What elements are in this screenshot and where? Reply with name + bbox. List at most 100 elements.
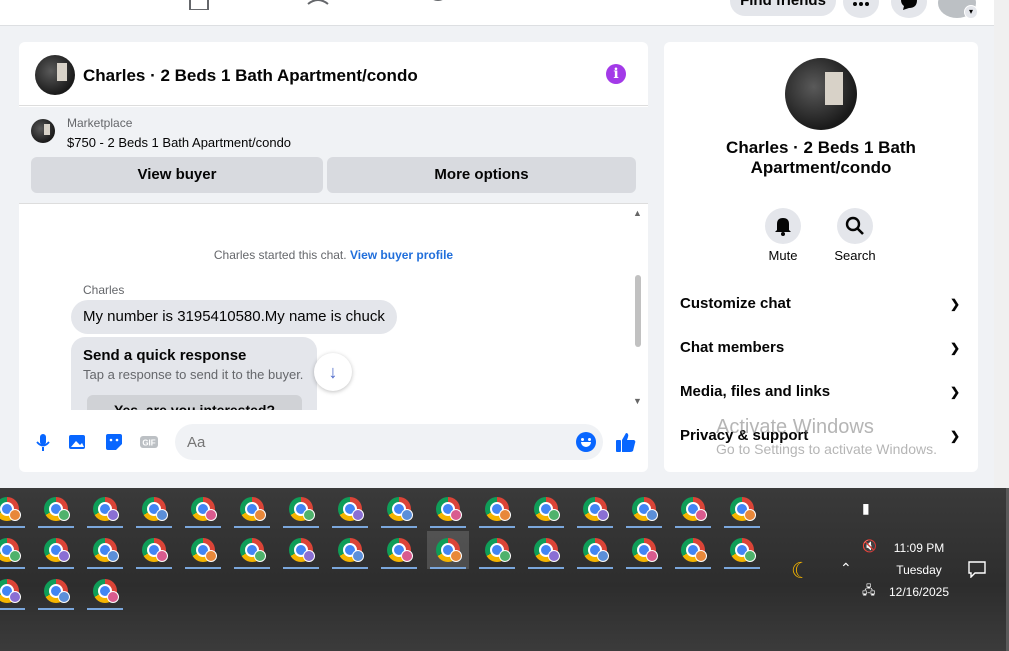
section-customize-chat[interactable]: Customize chat ❯: [680, 289, 962, 319]
home-icon[interactable]: [187, 0, 211, 10]
microphone-icon[interactable]: [33, 432, 53, 452]
chevron-down-icon: ❯: [949, 385, 960, 399]
taskbar-chrome-button[interactable]: [280, 531, 322, 569]
friends-icon[interactable]: [306, 0, 330, 10]
search-button[interactable]: [837, 208, 873, 244]
profile-badge-icon: [352, 509, 364, 521]
taskbar-chrome-button[interactable]: [574, 490, 616, 528]
taskbar-chrome-button[interactable]: [623, 531, 665, 569]
message-list: Charles started this chat. View buyer pr…: [19, 205, 648, 410]
taskbar-chrome-button[interactable]: [378, 490, 420, 528]
taskbar-chrome-button[interactable]: [329, 490, 371, 528]
taskbar-chrome-button[interactable]: [0, 572, 28, 610]
bell-icon: [775, 218, 791, 236]
menu-button[interactable]: [843, 0, 879, 18]
chevron-down-icon[interactable]: ▾: [964, 5, 978, 19]
taskbar-chrome-button[interactable]: [84, 531, 126, 569]
mute-button[interactable]: [765, 208, 801, 244]
taskbar-chrome-button[interactable]: [721, 490, 763, 528]
taskbar-chrome-button[interactable]: [182, 531, 224, 569]
taskbar-chrome-button[interactable]: [84, 490, 126, 528]
running-indicator: [38, 608, 74, 610]
taskbar-chrome-button[interactable]: [133, 490, 175, 528]
quick-response-subtitle: Tap a response to send it to the buyer.: [83, 367, 304, 382]
clock-date[interactable]: 12/16/2025: [884, 585, 954, 599]
profile-badge-icon: [548, 509, 560, 521]
emoji-icon[interactable]: [576, 432, 596, 452]
gaming-icon[interactable]: [426, 0, 450, 10]
moon-icon[interactable]: ☾: [791, 558, 811, 584]
profile-badge-icon: [401, 550, 413, 562]
profile-badge-icon: [401, 509, 413, 521]
sticker-icon[interactable]: [104, 432, 124, 452]
listing-large-thumbnail[interactable]: [785, 58, 857, 130]
thumbs-up-icon[interactable]: [615, 431, 637, 453]
quick-response-option[interactable]: Yes, are you interested?: [87, 395, 302, 410]
taskbar-chrome-button[interactable]: [35, 490, 77, 528]
message-bubble[interactable]: My number is 3195410580.My name is chuck: [71, 300, 397, 334]
taskbar-chrome-button[interactable]: [378, 531, 420, 569]
listing-price-title[interactable]: $750 - 2 Beds 1 Bath Apartment/condo: [67, 135, 291, 150]
info-icon[interactable]: i: [606, 64, 626, 84]
message-input[interactable]: [175, 424, 603, 460]
taskbar-chrome-button[interactable]: [231, 531, 273, 569]
taskbar-chrome-button[interactable]: [427, 531, 469, 569]
taskbar-chrome-button[interactable]: [525, 490, 567, 528]
taskbar-chrome-button[interactable]: [574, 531, 616, 569]
taskbar-chrome-button[interactable]: [0, 531, 28, 569]
section-media-files-links[interactable]: Media, files and links ❯: [680, 377, 962, 407]
profile-badge-icon: [744, 550, 756, 562]
taskbar-chrome-button[interactable]: [329, 531, 371, 569]
taskbar-chrome-button[interactable]: [0, 490, 28, 528]
profile-badge-icon: [9, 591, 21, 603]
profile-badge-icon: [450, 550, 462, 562]
taskbar-chrome-button[interactable]: [672, 490, 714, 528]
find-friends-button[interactable]: Find friends: [730, 0, 836, 16]
running-indicator: [0, 608, 25, 610]
more-options-button[interactable]: More options: [327, 157, 636, 193]
photo-icon[interactable]: [67, 432, 87, 452]
running-indicator: [675, 526, 711, 528]
running-indicator: [87, 608, 123, 610]
profile-badge-icon: [58, 550, 70, 562]
taskbar-chrome-button[interactable]: [231, 490, 273, 528]
taskbar-chrome-button[interactable]: [476, 531, 518, 569]
running-indicator: [479, 567, 515, 569]
profile-badge-icon: [303, 550, 315, 562]
profile-badge-icon: [9, 550, 21, 562]
chat-title[interactable]: Charles · 2 Beds 1 Bath Apartment/condo: [83, 66, 418, 86]
running-indicator: [234, 567, 270, 569]
taskbar-chrome-button[interactable]: [476, 490, 518, 528]
chevron-up-icon[interactable]: ⌃: [840, 560, 852, 577]
page-scrollbar[interactable]: [994, 0, 1009, 488]
chevron-down-icon: ❯: [949, 429, 960, 443]
message-scrollbar-thumb[interactable]: [635, 275, 641, 347]
view-buyer-profile-link[interactable]: View buyer profile: [350, 248, 453, 262]
taskbar-chrome-button[interactable]: [280, 490, 322, 528]
taskbar-chrome-button[interactable]: [721, 531, 763, 569]
scroll-down-arrow-icon[interactable]: ▼: [633, 396, 642, 406]
taskbar-chrome-button[interactable]: [133, 531, 175, 569]
network-icon[interactable]: ▮: [862, 500, 870, 517]
messenger-button[interactable]: [891, 0, 927, 18]
listing-thumbnail[interactable]: [35, 55, 75, 95]
taskbar-chrome-button[interactable]: [35, 531, 77, 569]
running-indicator: [479, 526, 515, 528]
clock-time[interactable]: 11:09 PM: [884, 541, 954, 555]
display-icon[interactable]: 🖧: [862, 581, 875, 602]
scroll-up-arrow-icon[interactable]: ▲: [633, 208, 642, 218]
taskbar-chrome-button[interactable]: [182, 490, 224, 528]
notification-icon[interactable]: [967, 560, 987, 578]
taskbar-chrome-button[interactable]: [427, 490, 469, 528]
scroll-to-bottom-button[interactable]: ↓: [314, 353, 352, 391]
volume-muted-icon[interactable]: 🔇: [862, 539, 877, 553]
view-buyer-button[interactable]: View buyer: [31, 157, 323, 193]
gif-icon[interactable]: GIF: [139, 432, 159, 452]
taskbar-chrome-button[interactable]: [623, 490, 665, 528]
taskbar-chrome-button[interactable]: [525, 531, 567, 569]
section-chat-members[interactable]: Chat members ❯: [680, 333, 962, 363]
taskbar-chrome-button[interactable]: [35, 572, 77, 610]
clock-day[interactable]: Tuesday: [884, 563, 954, 577]
taskbar-chrome-button[interactable]: [84, 572, 126, 610]
taskbar-chrome-button[interactable]: [672, 531, 714, 569]
